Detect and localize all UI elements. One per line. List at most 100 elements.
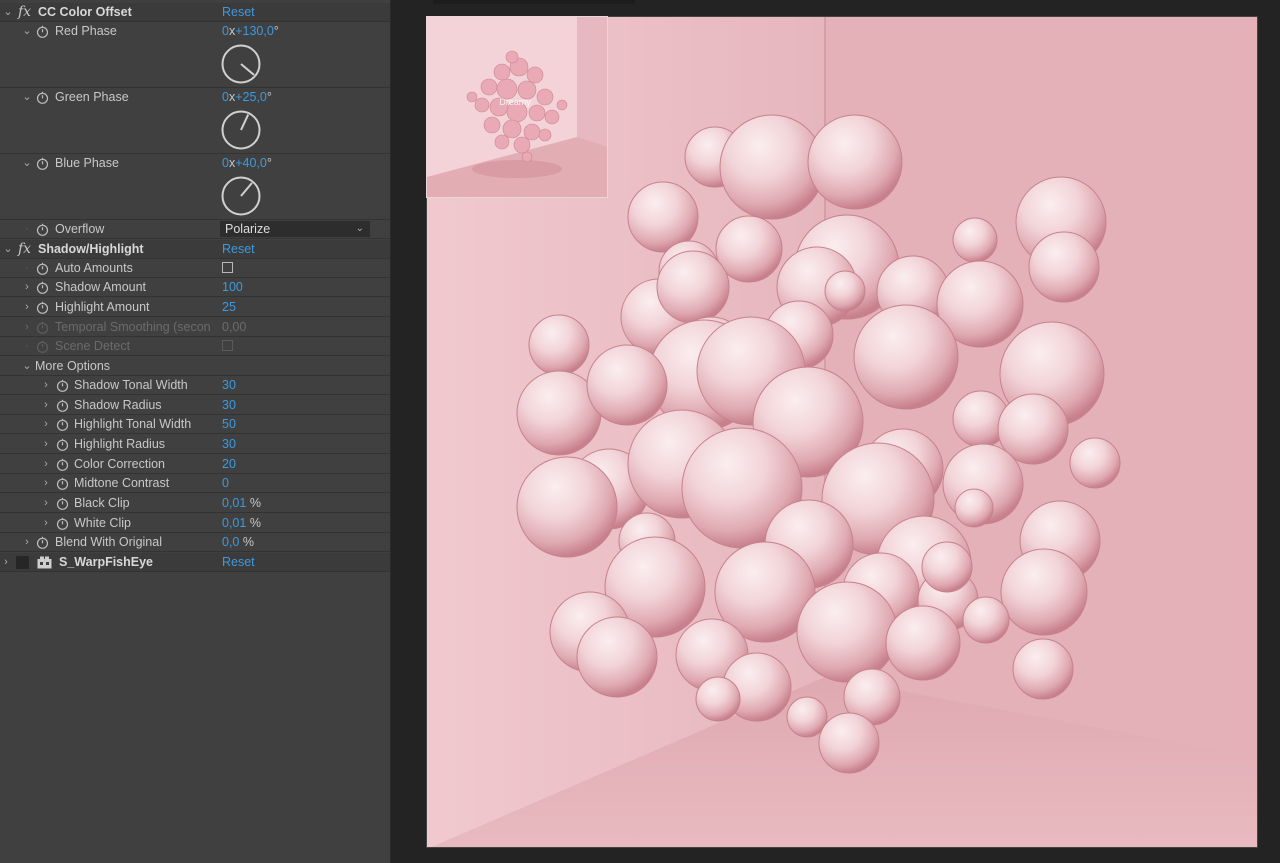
stopwatch-icon[interactable] [36,301,49,314]
sphere [1069,437,1121,489]
property-value[interactable]: 25 [222,300,236,315]
chevron-right-icon[interactable]: › [41,399,51,411]
plugin-icon [37,556,52,569]
reset-link[interactable]: Reset [222,242,255,257]
sphere [962,596,1010,644]
overflow-select[interactable]: Polarize ⌄ [220,221,370,237]
chevron-right-icon[interactable]: › [41,497,51,509]
angle-value[interactable]: 0x+130,0° [222,24,279,39]
property-value[interactable]: 20 [222,457,236,472]
angle-dial[interactable] [221,44,261,84]
chevron-right-icon[interactable]: › [41,458,51,470]
thumbnail-caption: Dreamy [499,97,531,107]
stopwatch-icon[interactable] [36,281,49,294]
angle-value[interactable]: 0x+25,0° [222,90,272,105]
stopwatch-icon[interactable] [56,399,69,412]
sphere [528,104,546,122]
property-value[interactable]: 30 [222,437,236,452]
auto-amounts-checkbox[interactable] [222,262,233,273]
chevron-down-icon[interactable]: ⌄ [3,243,13,255]
stopwatch-icon[interactable] [56,418,69,431]
sphere [528,314,590,376]
stopwatch-icon[interactable] [56,458,69,471]
chevron-right-icon[interactable]: › [41,477,51,489]
bullet-icon: · [25,262,29,274]
effect-toggle-square[interactable] [16,556,29,569]
sphere [556,99,568,111]
property-highlight-tonal-width: › Highlight Tonal Width 50 [0,415,390,434]
property-value: 0,00 [222,320,247,334]
bullet-icon: · [25,223,29,235]
stopwatch-icon[interactable] [36,536,49,549]
sphere [544,109,560,125]
property-label: Scene Detect [55,339,131,353]
property-blue-phase: ⌄ Blue Phase 0x+40,0° [0,154,390,220]
stopwatch-icon[interactable] [36,262,49,275]
effect-header-cc-color-offset[interactable]: ⌄ fx CC Color Offset Reset [0,3,390,22]
property-value[interactable]: 0,0 % [222,535,254,550]
property-shadow-radius: › Shadow Radius 30 [0,396,390,415]
property-label: Blend With Original [55,535,162,549]
viewer-toolbar-field[interactable] [433,0,635,4]
stopwatch-icon[interactable] [56,438,69,451]
property-shadow-amount: › Shadow Amount 100 [0,278,390,297]
property-label: Highlight Radius [74,437,166,451]
property-value[interactable]: 0 [222,476,229,491]
property-value[interactable]: 30 [222,378,236,393]
stopwatch-icon[interactable] [36,223,49,236]
chevron-right-icon[interactable]: › [1,556,11,568]
property-value[interactable]: 0,01 % [222,496,261,511]
property-value[interactable]: 30 [222,398,236,413]
property-value[interactable]: 0,01 % [222,516,261,531]
chevron-right-icon[interactable]: › [22,281,32,293]
chevron-right-icon[interactable]: › [22,536,32,548]
more-options-group[interactable]: ⌄ More Options [0,357,390,376]
chevron-down-icon: ⌄ [355,223,364,234]
chevron-right-icon[interactable]: › [41,379,51,391]
property-value[interactable]: 50 [222,417,236,432]
stopwatch-icon[interactable] [56,517,69,530]
stopwatch-icon[interactable] [36,157,49,170]
angle-dial[interactable] [221,176,261,216]
reset-link[interactable]: Reset [222,5,255,20]
fx-icon[interactable]: fx [18,4,31,20]
effect-controls-panel: ⌄ fx CC Color Offset Reset ⌄ Red Phase 0… [0,0,391,863]
chevron-right-icon[interactable]: › [22,301,32,313]
chevron-right-icon[interactable]: › [41,438,51,450]
effect-header-shadow-highlight[interactable]: ⌄ fx Shadow/Highlight Reset [0,240,390,259]
sphere [494,134,510,150]
stopwatch-icon[interactable] [36,25,49,38]
chevron-down-icon[interactable]: ⌄ [22,91,32,103]
sphere [921,541,973,593]
chevron-down-icon[interactable]: ⌄ [3,6,13,18]
sphere [502,119,522,139]
preview-thumbnail: Dreamy [426,16,608,198]
effect-header-s-warpfisheye[interactable]: › S_WarpFishEye Reset [0,553,390,572]
fx-icon[interactable]: fx [18,241,31,257]
stopwatch-icon[interactable] [56,477,69,490]
chevron-right-icon[interactable]: › [41,418,51,430]
property-label: Green Phase [55,90,129,104]
angle-dial[interactable] [221,110,261,150]
angle-value[interactable]: 0x+40,0° [222,156,272,171]
stopwatch-icon[interactable] [36,91,49,104]
stopwatch-icon[interactable] [56,379,69,392]
property-auto-amounts: · Auto Amounts [0,259,390,278]
chevron-right-icon[interactable]: › [41,517,51,529]
sphere [952,217,998,263]
sphere [824,270,866,312]
select-value: Polarize [225,222,271,236]
property-highlight-radius: › Highlight Radius 30 [0,435,390,454]
sphere [586,344,668,426]
chevron-down-icon[interactable]: ⌄ [22,25,32,37]
property-value[interactable]: 100 [222,280,243,295]
property-label: White Clip [74,516,131,530]
thumbnail-image: Dreamy [427,17,607,197]
property-midtone-contrast: › Midtone Contrast 0 [0,474,390,493]
reset-link[interactable]: Reset [222,555,255,570]
stopwatch-icon[interactable] [56,497,69,510]
property-label: Shadow Radius [74,398,162,412]
sphere [656,250,730,324]
chevron-down-icon[interactable]: ⌄ [22,157,32,169]
chevron-down-icon[interactable]: ⌄ [22,360,32,372]
